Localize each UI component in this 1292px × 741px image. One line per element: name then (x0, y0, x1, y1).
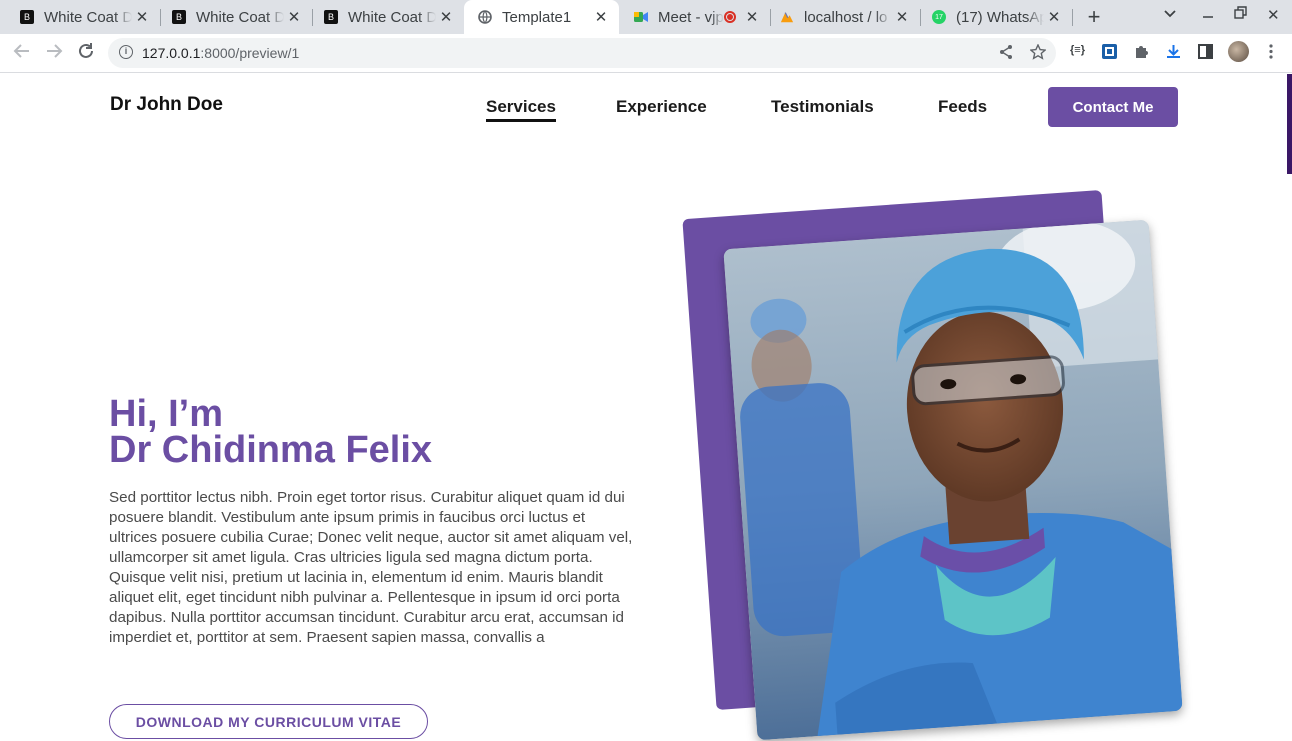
close-icon[interactable]: ✕ (436, 8, 456, 26)
site-brand[interactable]: Dr John Doe (110, 94, 223, 116)
browser-toolbar: i 127.0.0.1:8000/preview/1 {≡} (0, 34, 1292, 73)
extensions-puzzle-icon[interactable] (1133, 43, 1150, 64)
close-icon[interactable]: ✕ (1044, 8, 1064, 26)
site-info-icon[interactable]: i (119, 45, 133, 59)
back-icon[interactable] (11, 42, 33, 65)
doctor-portrait (723, 219, 1183, 741)
globe-icon (478, 10, 492, 24)
tab-title: White Coat D (196, 8, 284, 26)
tab-title: Meet - vjp (658, 8, 724, 26)
tab-white-coat-2[interactable]: B White Coat D ✕ (152, 0, 312, 34)
tab-white-coat-3[interactable]: B White Coat D ✕ (304, 0, 464, 34)
url-text: 127.0.0.1:8000/preview/1 (142, 45, 299, 61)
close-icon[interactable]: ✕ (591, 8, 611, 26)
forward-icon[interactable] (43, 42, 65, 65)
phpmyadmin-icon (780, 10, 794, 24)
nav-feeds[interactable]: Feeds (938, 97, 987, 117)
contact-me-button[interactable]: Contact Me (1048, 87, 1178, 127)
url-host: 127.0.0.1 (142, 45, 201, 61)
tab-divider (1072, 9, 1073, 26)
close-window-icon[interactable]: ✕ (1267, 6, 1280, 24)
address-bar[interactable]: i 127.0.0.1:8000/preview/1 (108, 38, 1056, 68)
close-icon[interactable]: ✕ (284, 8, 304, 26)
minimize-icon[interactable] (1202, 6, 1214, 24)
close-icon[interactable]: ✕ (132, 8, 152, 26)
meet-icon (634, 10, 648, 24)
side-panel-icon[interactable] (1197, 43, 1214, 64)
b-favicon-icon: B (20, 10, 34, 24)
tab-search-icon[interactable] (1163, 6, 1177, 24)
hero-bio: Sed porttitor lectus nibh. Proin eget to… (109, 489, 633, 646)
recording-icon (724, 11, 736, 23)
new-tab-button[interactable]: + (1084, 4, 1104, 30)
tab-phpmyadmin[interactable]: localhost / lo ✕ (760, 0, 920, 34)
tab-meet[interactable]: Meet - vjp ✕ (614, 0, 770, 34)
b-favicon-icon: B (324, 10, 338, 24)
profile-avatar[interactable] (1228, 41, 1249, 62)
page-viewport: Dr John Doe Services Experience Testimon… (0, 74, 1292, 741)
tab-title: White Coat D (348, 8, 436, 26)
download-icon[interactable] (1165, 43, 1182, 64)
extension-blue-icon[interactable] (1101, 43, 1118, 64)
json-extension-icon[interactable]: {≡} (1070, 44, 1085, 56)
tab-title: Template1 (502, 8, 572, 26)
tab-title: (17) WhatsAp (956, 8, 1044, 26)
tab-white-coat-1[interactable]: B White Coat D ✕ (0, 0, 160, 34)
nav-experience[interactable]: Experience (616, 97, 707, 117)
tab-title: localhost / lo (804, 8, 888, 26)
tab-strip: B White Coat D ✕ B White Coat D ✕ B Whit… (0, 0, 1292, 34)
scrollbar-thumb[interactable] (1287, 74, 1292, 174)
share-icon[interactable] (998, 44, 1014, 64)
close-icon[interactable]: ✕ (742, 8, 762, 26)
close-icon[interactable]: ✕ (892, 8, 912, 26)
download-cv-button[interactable]: DOWNLOAD MY CURRICULUM VITAE (109, 704, 428, 739)
url-path: :8000/preview/1 (200, 45, 300, 61)
b-favicon-icon: B (172, 10, 186, 24)
hero-name: Dr Chidinma Felix (109, 429, 433, 471)
nav-services[interactable]: Services (486, 97, 556, 122)
bookmark-star-icon[interactable] (1029, 43, 1047, 64)
reload-icon[interactable] (75, 42, 97, 65)
hero-greeting: Hi, I’m (109, 393, 224, 435)
whatsapp-icon: 17 (932, 10, 946, 24)
tab-whatsapp[interactable]: 17 (17) WhatsAp ✕ (912, 0, 1072, 34)
restore-icon[interactable] (1234, 6, 1247, 24)
tab-template1[interactable]: Template1 ✕ (464, 0, 619, 34)
tab-title: White Coat D (44, 8, 132, 26)
nav-testimonials[interactable]: Testimonials (771, 97, 874, 117)
kebab-menu-icon[interactable] (1268, 43, 1274, 64)
